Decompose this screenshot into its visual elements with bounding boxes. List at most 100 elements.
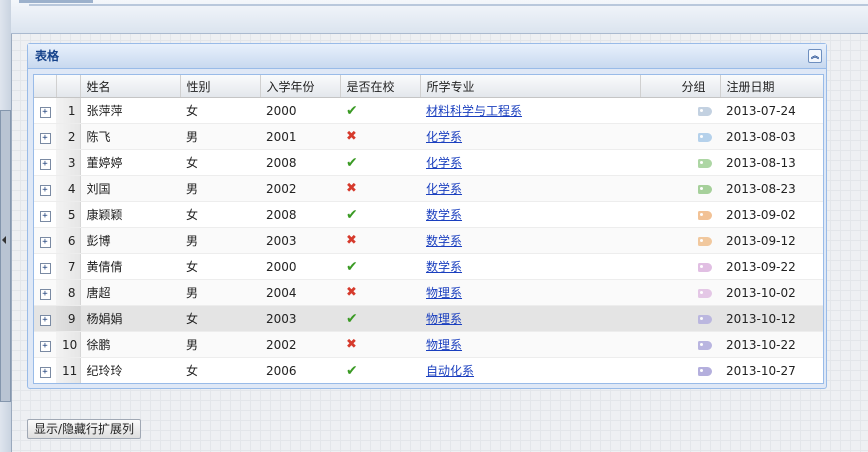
table-row[interactable]: +7 黄倩倩女 2000 ✔ 数学系 2013-09-22	[34, 253, 823, 280]
row-expander-cell[interactable]: +	[34, 331, 56, 358]
cell-year: 2006	[260, 357, 340, 383]
cell-enrolled: ✖	[340, 175, 420, 202]
plus-square-icon[interactable]: +	[39, 133, 51, 144]
cell-date: 2013-10-02	[720, 279, 823, 306]
data-grid: 姓名 性别 入学年份 是否在校 所学专业 分组 注册日期 +1 张萍萍女 2000 ✔…	[33, 74, 824, 384]
plus-square-icon[interactable]: +	[39, 185, 51, 196]
table-row[interactable]: +4 刘国男 2002 ✖ 化学系 2013-08-23	[34, 175, 823, 202]
cell-group	[640, 123, 720, 150]
cell-name: 黄倩倩	[80, 253, 180, 280]
major-link[interactable]: 数学系	[426, 260, 462, 274]
header-group[interactable]: 分组	[640, 75, 721, 98]
tag-icon	[698, 366, 712, 376]
cell-year: 2002	[260, 175, 340, 202]
cell-gender: 女	[180, 357, 260, 383]
major-link[interactable]: 材料科学与工程系	[426, 104, 522, 118]
cell-date: 2013-10-22	[720, 331, 823, 358]
cell-major: 数学系	[420, 227, 640, 254]
row-expander-cell[interactable]: +	[34, 175, 56, 202]
table-row[interactable]: +9 杨娟娟女 2003 ✔ 物理系 2013-10-12	[34, 305, 823, 332]
cell-major: 物理系	[420, 305, 640, 332]
major-link[interactable]: 自动化系	[426, 364, 474, 378]
table-row[interactable]: +3 董婷婷女 2008 ✔ 化学系 2013-08-13	[34, 149, 823, 176]
cell-major: 自动化系	[420, 357, 640, 383]
plus-square-icon[interactable]: +	[39, 315, 51, 326]
plus-square-icon[interactable]: +	[39, 237, 51, 248]
major-link[interactable]: 数学系	[426, 234, 462, 248]
header-year[interactable]: 入学年份	[260, 75, 341, 98]
major-link[interactable]: 数学系	[426, 208, 462, 222]
header-name[interactable]: 姓名	[80, 75, 181, 98]
row-expander-cell[interactable]: +	[34, 279, 56, 306]
major-link[interactable]: 物理系	[426, 286, 462, 300]
splitter-handle[interactable]	[0, 110, 11, 402]
table-row[interactable]: +1 张萍萍女 2000 ✔ 材料科学与工程系 2013-07-24	[34, 97, 823, 124]
cross-icon: ✖	[346, 233, 357, 248]
table-row[interactable]: +8 唐超男 2004 ✖ 物理系 2013-10-02	[34, 279, 823, 306]
row-number: 5	[56, 201, 81, 228]
tag-icon	[698, 262, 712, 272]
panel-title: 表格	[35, 49, 60, 63]
cell-date: 2013-08-03	[720, 123, 823, 150]
double-chevron-up-icon[interactable]: ︽	[808, 49, 822, 63]
cell-date: 2013-07-24	[720, 97, 823, 124]
major-link[interactable]: 物理系	[426, 312, 462, 326]
cell-name: 彭博	[80, 227, 180, 254]
table-row[interactable]: +11 纪玲玲女 2006 ✔ 自动化系 2013-10-27	[34, 357, 823, 383]
cell-group	[640, 201, 720, 228]
header-major[interactable]: 所学专业	[420, 75, 641, 98]
row-expander-cell[interactable]: +	[34, 305, 56, 332]
row-number: 7	[56, 253, 81, 280]
row-expander-cell[interactable]: +	[34, 227, 56, 254]
tag-icon	[698, 236, 712, 246]
major-link[interactable]: 化学系	[426, 130, 462, 144]
table-row[interactable]: +10 徐鹏男 2002 ✖ 物理系 2013-10-22	[34, 331, 823, 358]
cell-enrolled: ✖	[340, 331, 420, 358]
plus-square-icon[interactable]: +	[39, 263, 51, 274]
row-expander-cell[interactable]: +	[34, 201, 56, 228]
header-gender[interactable]: 性别	[180, 75, 261, 98]
cell-gender: 男	[180, 123, 260, 150]
row-number: 11	[56, 357, 81, 383]
major-link[interactable]: 物理系	[426, 338, 462, 352]
cell-group	[640, 149, 720, 176]
collapse-west-icon[interactable]	[2, 236, 6, 244]
table-row[interactable]: +5 康颖颖女 2008 ✔ 数学系 2013-09-02	[34, 201, 823, 228]
row-number: 1	[56, 97, 81, 124]
row-expander-cell[interactable]: +	[34, 253, 56, 280]
check-icon: ✔	[346, 102, 358, 119]
table-row[interactable]: +6 彭博男 2003 ✖ 数学系 2013-09-12	[34, 227, 823, 254]
cross-icon: ✖	[346, 129, 357, 144]
cell-group	[640, 279, 720, 306]
row-expander-cell[interactable]: +	[34, 97, 56, 124]
tag-icon	[698, 158, 712, 168]
cell-major: 化学系	[420, 149, 640, 176]
cell-year: 2008	[260, 149, 340, 176]
plus-square-icon[interactable]: +	[39, 159, 51, 170]
cell-name: 唐超	[80, 279, 180, 306]
row-expander-cell[interactable]: +	[34, 149, 56, 176]
cell-date: 2013-09-12	[720, 227, 823, 254]
row-expander-cell[interactable]: +	[34, 357, 56, 383]
cell-date: 2013-08-23	[720, 175, 823, 202]
plus-square-icon[interactable]: +	[39, 367, 51, 378]
table-row[interactable]: +2 陈飞男 2001 ✖ 化学系 2013-08-03	[34, 123, 823, 150]
cell-group	[640, 305, 720, 332]
cross-icon: ✖	[346, 181, 357, 196]
cell-group	[640, 227, 720, 254]
plus-square-icon[interactable]: +	[39, 341, 51, 352]
plus-square-icon[interactable]: +	[39, 107, 51, 118]
major-link[interactable]: 化学系	[426, 156, 462, 170]
plus-square-icon[interactable]: +	[39, 289, 51, 300]
header-enrolled[interactable]: 是否在校	[340, 75, 421, 98]
cell-major: 数学系	[420, 201, 640, 228]
cell-group	[640, 253, 720, 280]
panel-header: 表格 ︽	[28, 44, 826, 69]
cell-year: 2000	[260, 97, 340, 124]
toggle-expander-button[interactable]: 显示/隐藏行扩展列	[27, 419, 142, 439]
major-link[interactable]: 化学系	[426, 182, 462, 196]
cell-name: 康颖颖	[80, 201, 180, 228]
plus-square-icon[interactable]: +	[39, 211, 51, 222]
row-expander-cell[interactable]: +	[34, 123, 56, 150]
header-date[interactable]: 注册日期	[720, 75, 823, 98]
